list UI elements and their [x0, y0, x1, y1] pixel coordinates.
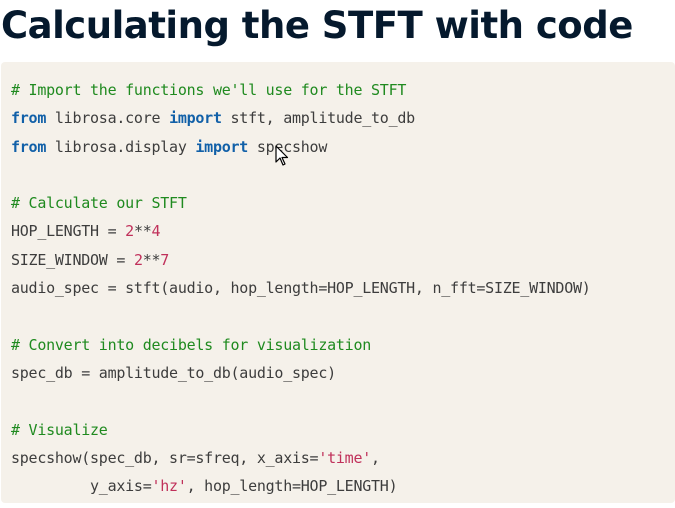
code-text: HOP_LENGTH = [11, 222, 126, 241]
code-text: ** [142, 250, 161, 269]
code-number: 2 [125, 222, 134, 241]
code-line: specshow(spec_db, sr=sfreq, x_axis='time… [11, 444, 675, 472]
code-text: spec_db = amplitude_to_db(audio_spec) [11, 363, 336, 382]
code-comment: # Convert into decibels for visualizatio… [11, 335, 372, 354]
code-number: 4 [151, 222, 161, 241]
code-text: , [371, 448, 380, 467]
code-line: # Calculate our STFT [11, 189, 675, 217]
code-comment: # Import the functions we'll use for the… [11, 81, 407, 99]
code-text: ** [133, 222, 152, 241]
code-text: librosa.display [46, 137, 196, 156]
mouse-pointer-icon [275, 145, 289, 166]
code-text: librosa.core [46, 109, 170, 128]
code-line: spec_db = amplitude_to_db(audio_spec) [11, 359, 675, 387]
code-text: stft, amplitude_to_db [221, 109, 416, 128]
code-line: y_axis='hz', hop_length=HOP_LENGTH) [11, 472, 675, 500]
code-line: SIZE_WINDOW = 2**7 [11, 246, 675, 274]
code-keyword: import [169, 109, 222, 128]
page-title: Calculating the STFT with code [1, 4, 633, 47]
code-comment: # Calculate our STFT [11, 194, 187, 213]
code-text: , hop_length=HOP_LENGTH) [186, 477, 398, 496]
code-line: from librosa.display import specshow [11, 133, 675, 161]
code-line: # Visualize [11, 416, 675, 444]
code-line: # Import the functions we'll use for the… [11, 76, 675, 104]
code-number: 7 [160, 250, 170, 269]
code-text: SIZE_WINDOW = [11, 250, 134, 269]
code-text: specshow(spec_db, sr=sfreq, x_axis= [11, 448, 319, 467]
code-line: from librosa.core import stft, amplitude… [11, 104, 675, 132]
code-line: # Convert into decibels for visualizatio… [11, 331, 675, 359]
code-keyword: import [195, 137, 249, 156]
code-keyword: from [11, 109, 47, 128]
code-string: 'hz' [151, 477, 187, 496]
code-comment: # Visualize [11, 420, 108, 439]
code-line: HOP_LENGTH = 2**4 [11, 217, 675, 245]
code-number: 2 [133, 250, 143, 269]
code-block: # Import the functions we'll use for the… [1, 62, 675, 503]
code-text: audio_spec = stft(audio, hop_length=HOP_… [11, 279, 591, 298]
code-text: y_axis= [11, 477, 152, 496]
code-string: 'time' [318, 448, 372, 467]
code-keyword: from [11, 137, 47, 156]
code-line: audio_spec = stft(audio, hop_length=HOP_… [11, 274, 675, 302]
